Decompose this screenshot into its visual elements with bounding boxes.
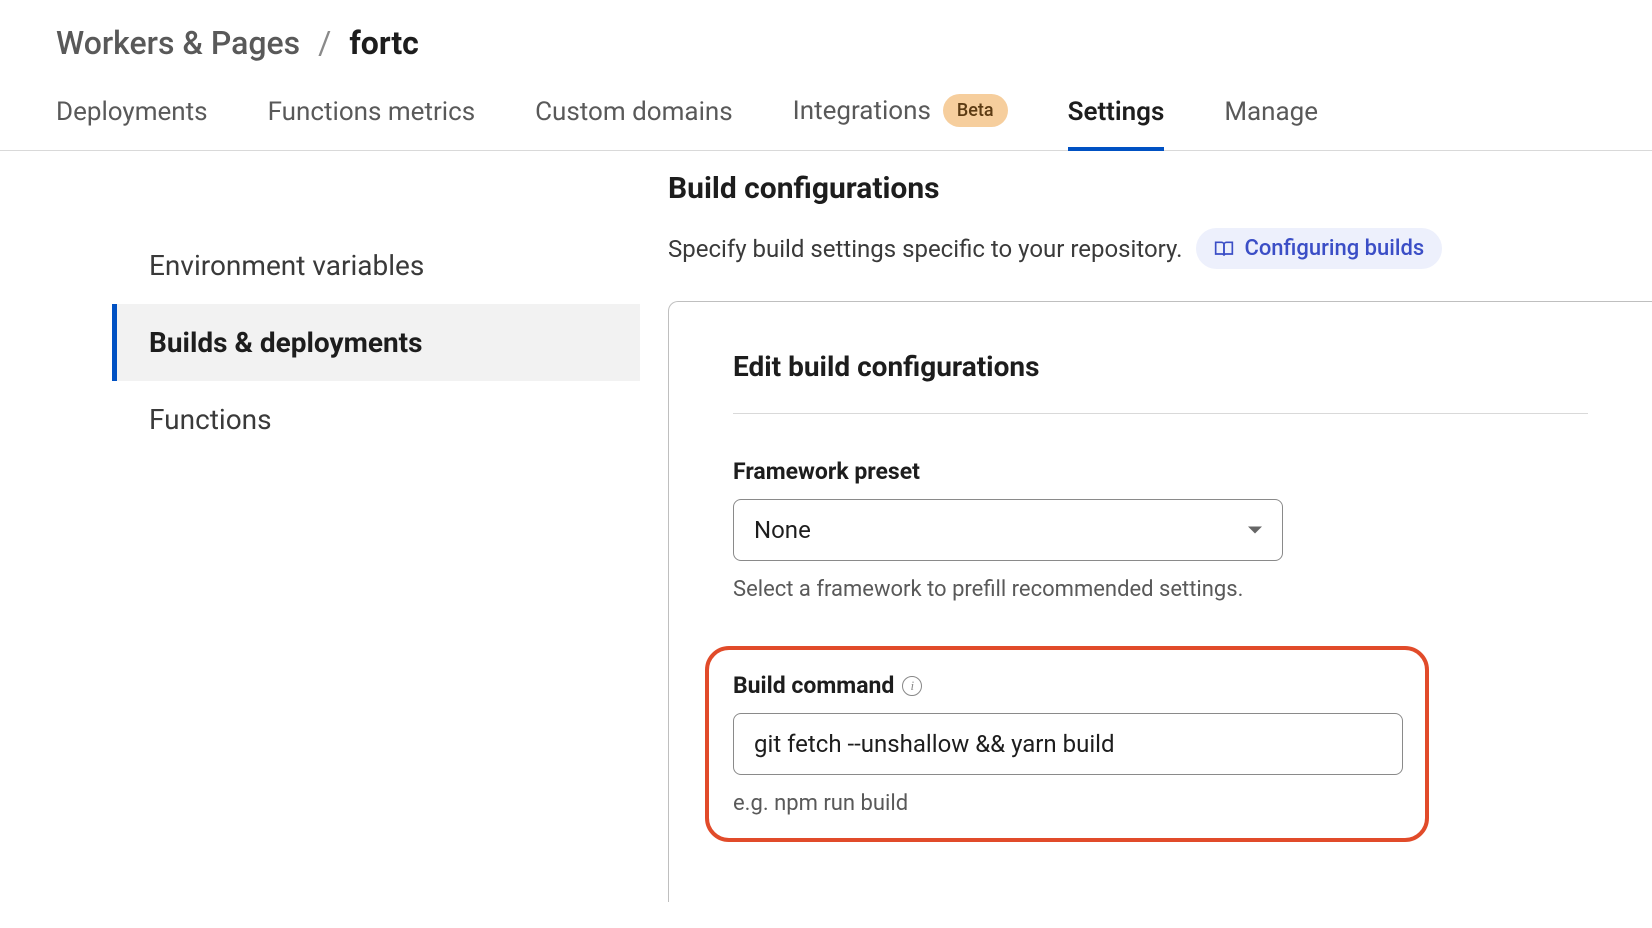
tab-functions-metrics[interactable]: Functions metrics	[268, 97, 476, 151]
tab-manage[interactable]: Manage	[1224, 97, 1318, 151]
tab-label: Manage	[1224, 97, 1318, 127]
tab-label: Integrations	[793, 96, 931, 126]
link-label: Configuring builds	[1244, 236, 1424, 261]
build-config-panel: Edit build configurations Framework pres…	[668, 301, 1652, 902]
field-framework-preset: Framework preset None Select a framework…	[733, 458, 1588, 602]
tab-settings[interactable]: Settings	[1068, 97, 1165, 151]
section-description: Specify build settings specific to your …	[668, 235, 1182, 263]
tab-label: Deployments	[56, 97, 208, 127]
sidebar-item-environment-variables[interactable]: Environment variables	[112, 227, 640, 304]
sidebar-item-label: Builds & deployments	[149, 326, 423, 359]
tab-label: Custom domains	[535, 97, 733, 127]
sidebar-item-label: Environment variables	[149, 249, 424, 282]
tab-custom-domains[interactable]: Custom domains	[535, 97, 733, 151]
framework-preset-select[interactable]: None	[733, 499, 1283, 561]
tab-label: Functions metrics	[268, 97, 476, 127]
breadcrumb-current: fortc	[349, 24, 419, 62]
book-icon	[1214, 239, 1234, 259]
build-command-helper: e.g. npm run build	[733, 791, 1401, 816]
info-icon[interactable]: i	[902, 676, 922, 696]
breadcrumb-root[interactable]: Workers & Pages	[56, 24, 300, 62]
sidebar-item-label: Functions	[149, 403, 272, 436]
build-command-label: Build command	[733, 672, 894, 699]
beta-badge: Beta	[943, 94, 1008, 127]
tab-bar: Deployments Functions metrics Custom dom…	[0, 94, 1652, 151]
breadcrumb-separator: /	[318, 24, 331, 62]
tab-label: Settings	[1068, 97, 1165, 127]
configuring-builds-link[interactable]: Configuring builds	[1196, 228, 1442, 269]
tab-integrations[interactable]: Integrations Beta	[793, 94, 1008, 151]
breadcrumb: Workers & Pages / fortc	[0, 0, 1652, 94]
tab-deployments[interactable]: Deployments	[56, 97, 208, 151]
sidebar-item-functions[interactable]: Functions	[112, 381, 640, 458]
framework-preset-helper: Select a framework to prefill recommende…	[733, 577, 1588, 602]
build-command-highlight: Build command i e.g. npm run build	[705, 646, 1429, 842]
build-command-input[interactable]	[733, 713, 1403, 775]
section-title: Build configurations	[668, 171, 1652, 206]
sidebar-item-builds-deployments[interactable]: Builds & deployments	[112, 304, 640, 381]
settings-sidebar: Environment variables Builds & deploymen…	[0, 171, 640, 902]
framework-preset-label: Framework preset	[733, 458, 1588, 485]
panel-title: Edit build configurations	[733, 350, 1588, 414]
